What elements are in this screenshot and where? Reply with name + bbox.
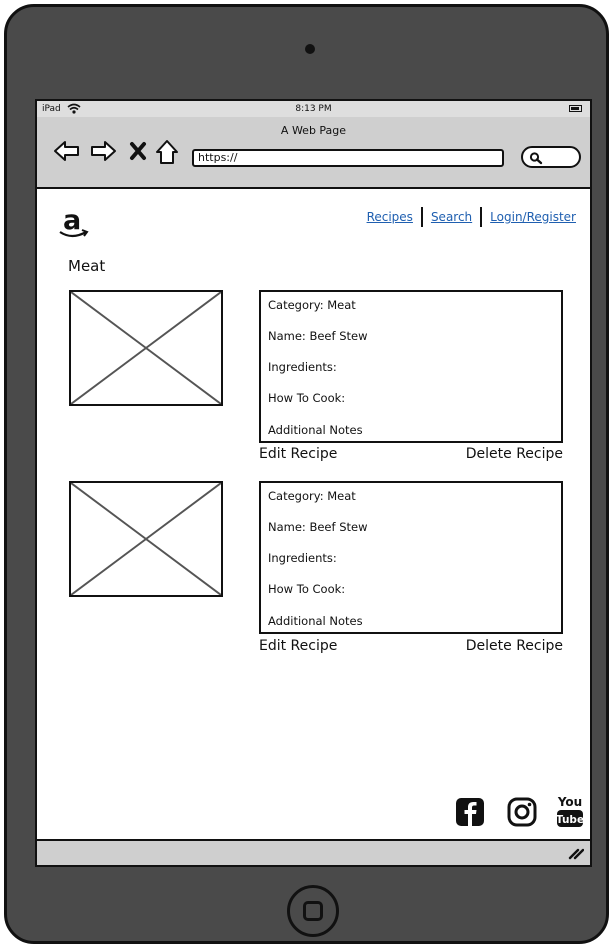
recipe-ingredients: Ingredients: bbox=[268, 551, 337, 565]
delete-recipe-button[interactable]: Delete Recipe bbox=[466, 638, 563, 654]
recipe-name: Name: Beef Stew bbox=[268, 520, 368, 534]
status-bar: iPad 8:13 PM bbox=[37, 101, 590, 118]
instagram-icon[interactable] bbox=[507, 797, 537, 827]
search-icon bbox=[529, 152, 543, 165]
resize-grip-icon[interactable] bbox=[568, 846, 584, 860]
home-button-inner bbox=[303, 901, 323, 921]
youtube-you-text: You bbox=[557, 795, 582, 809]
forward-icon[interactable] bbox=[89, 139, 117, 163]
edit-recipe-button[interactable]: Edit Recipe bbox=[259, 446, 337, 462]
recipe-category: Category: Meat bbox=[268, 489, 356, 503]
recipe-category: Category: Meat bbox=[268, 298, 356, 312]
nav-divider bbox=[480, 207, 483, 227]
recipe-card: Category: Meat Name: Beef Stew Ingredien… bbox=[259, 481, 563, 634]
recipe-image-placeholder bbox=[69, 290, 223, 406]
facebook-icon[interactable] bbox=[455, 797, 485, 827]
amazon-logo[interactable]: a bbox=[57, 205, 91, 241]
browser-toolbar: A Web Page https:// bbox=[37, 117, 590, 189]
nav-link-login-register[interactable]: Login/Register bbox=[490, 210, 576, 224]
stop-icon[interactable] bbox=[129, 141, 147, 161]
nav-link-search[interactable]: Search bbox=[431, 210, 472, 224]
recipe-ingredients: Ingredients: bbox=[268, 360, 337, 374]
youtube-tube-text: Tube bbox=[556, 814, 584, 826]
recipe-additional-notes: Additional Notes bbox=[268, 423, 363, 437]
home-button[interactable] bbox=[287, 885, 339, 937]
youtube-icon[interactable]: You Tube bbox=[555, 793, 585, 829]
recipe-how-to-cook: How To Cook: bbox=[268, 391, 346, 405]
section-heading: Meat bbox=[68, 257, 106, 275]
recipe-image-placeholder bbox=[69, 481, 223, 597]
svg-text:a: a bbox=[63, 205, 81, 236]
nav-link-recipes[interactable]: Recipes bbox=[367, 210, 413, 224]
delete-recipe-button[interactable]: Delete Recipe bbox=[466, 446, 563, 462]
home-icon[interactable] bbox=[155, 139, 179, 165]
edit-recipe-button[interactable]: Edit Recipe bbox=[259, 638, 337, 654]
battery-icon bbox=[569, 105, 582, 112]
browser-search-button[interactable] bbox=[521, 146, 581, 168]
recipe-name: Name: Beef Stew bbox=[268, 329, 368, 343]
top-nav: Recipes Search Login/Register bbox=[367, 207, 576, 227]
ipad-frame: iPad 8:13 PM A Web Page https:// a Recip… bbox=[4, 4, 609, 944]
camera-dot bbox=[305, 44, 315, 54]
nav-divider bbox=[420, 207, 423, 227]
page-title: A Web Page bbox=[280, 124, 347, 137]
recipe-card: Category: Meat Name: Beef Stew Ingredien… bbox=[259, 290, 563, 443]
recipe-how-to-cook: How To Cook: bbox=[268, 582, 346, 596]
back-icon[interactable] bbox=[53, 139, 81, 163]
screen: iPad 8:13 PM A Web Page https:// a Recip… bbox=[35, 99, 592, 867]
status-time: 8:13 PM bbox=[295, 104, 332, 114]
recipe-additional-notes: Additional Notes bbox=[268, 614, 363, 628]
url-field[interactable]: https:// bbox=[192, 149, 504, 167]
browser-bottom-bar bbox=[37, 839, 590, 865]
